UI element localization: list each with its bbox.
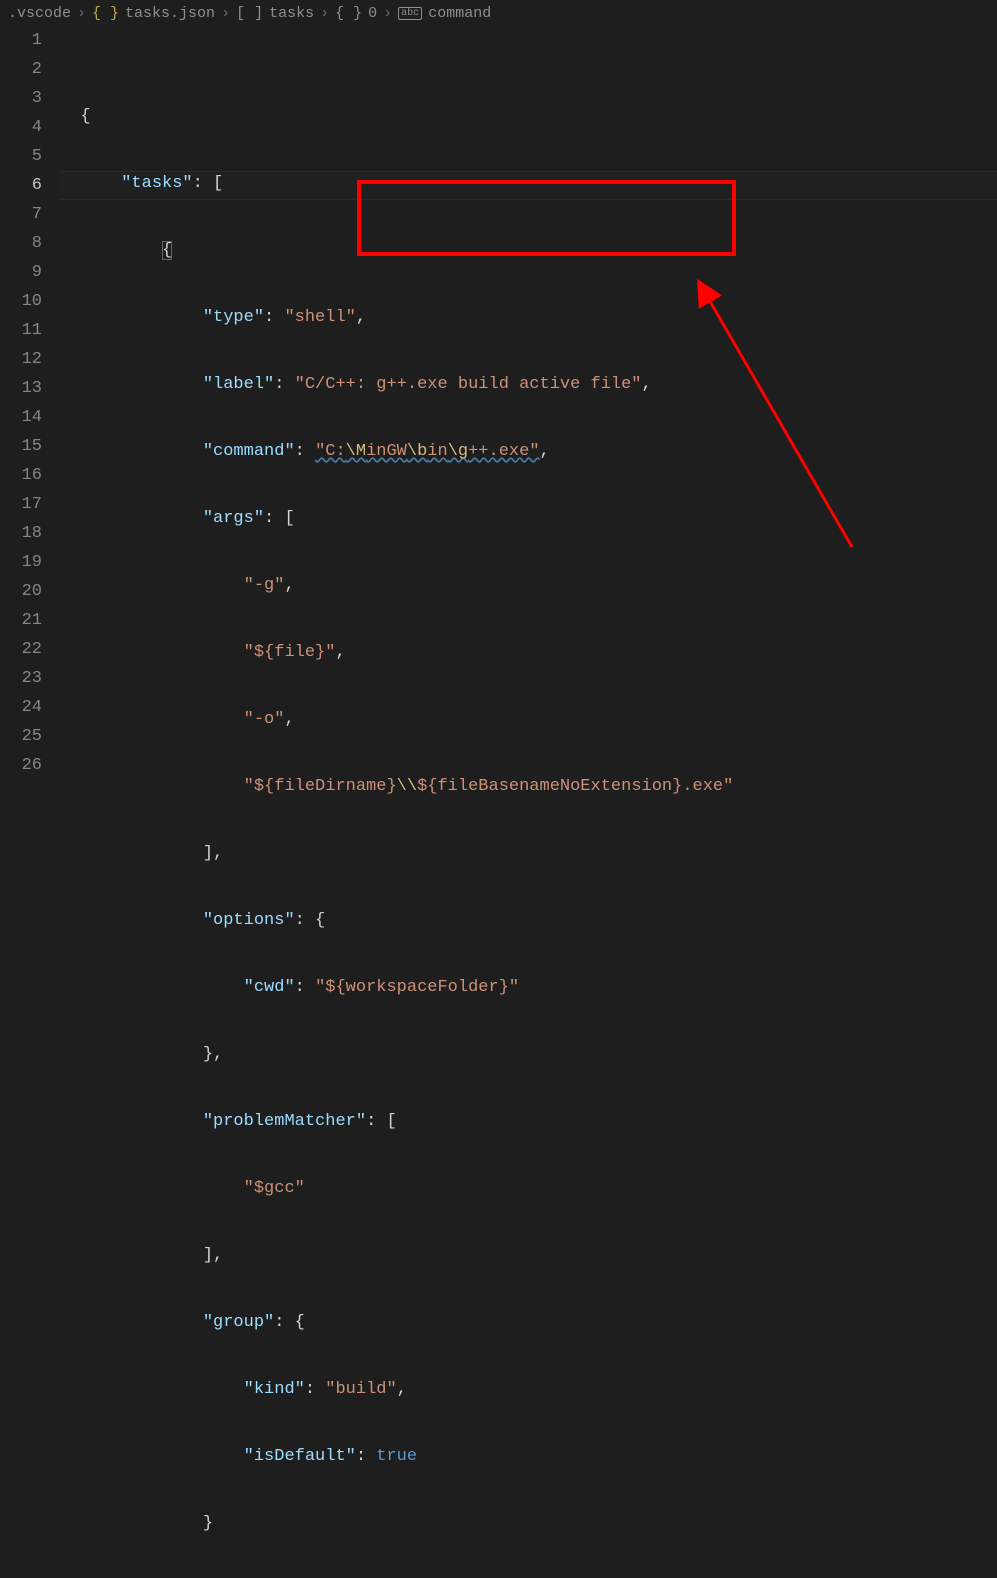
line-number: 13 — [0, 374, 42, 403]
code-line[interactable]: "problemMatcher": [ — [60, 1107, 997, 1136]
code-line[interactable]: "cwd": "${workspaceFolder}" — [60, 973, 997, 1002]
object-icon: { } — [335, 5, 362, 22]
line-number: 4 — [0, 113, 42, 142]
line-number: 12 — [0, 345, 42, 374]
line-number: 14 — [0, 403, 42, 432]
code-line[interactable]: "isDefault": true — [60, 1442, 997, 1471]
line-number: 1 — [0, 26, 42, 55]
editor[interactable]: 1234567891011121314151617181920212223242… — [0, 26, 997, 1578]
code-line[interactable]: }, — [60, 1040, 997, 1069]
line-number: 22 — [0, 635, 42, 664]
code-line[interactable]: "kind": "build", — [60, 1375, 997, 1404]
json-file-icon: { } — [92, 5, 119, 22]
code-line[interactable]: "options": { — [60, 906, 997, 935]
line-number: 18 — [0, 519, 42, 548]
code-line[interactable]: { — [60, 102, 997, 131]
line-number: 26 — [0, 751, 42, 780]
array-icon: [ ] — [236, 5, 263, 22]
breadcrumb-seg-index[interactable]: 0 — [368, 5, 377, 22]
line-number: 11 — [0, 316, 42, 345]
code-line[interactable]: } — [60, 1509, 997, 1538]
line-number: 23 — [0, 664, 42, 693]
annotation-overlay — [120, 52, 997, 815]
breadcrumb-sep-icon: › — [383, 5, 392, 22]
line-number: 2 — [0, 55, 42, 84]
code-line[interactable]: "command": "C:\MinGW\bin\g++.exe", — [60, 437, 997, 466]
code-line[interactable]: "args": [ — [60, 504, 997, 533]
code-line[interactable]: "type": "shell", — [60, 303, 997, 332]
code-area[interactable]: { "tasks": [ { "type": "shell", "label":… — [60, 26, 997, 1578]
code-line[interactable]: "group": { — [60, 1308, 997, 1337]
line-number: 8 — [0, 229, 42, 258]
code-line[interactable]: "$gcc" — [60, 1174, 997, 1203]
line-number: 21 — [0, 606, 42, 635]
line-number: 19 — [0, 548, 42, 577]
line-number: 6 — [0, 171, 42, 200]
code-line[interactable]: "-g", — [60, 571, 997, 600]
line-number: 16 — [0, 461, 42, 490]
breadcrumb-seg-command[interactable]: command — [428, 5, 491, 22]
code-line[interactable]: "tasks": [ — [60, 169, 997, 198]
breadcrumb[interactable]: .vscode › { } tasks.json › [ ] tasks › {… — [0, 0, 997, 26]
breadcrumb-sep-icon: › — [77, 5, 86, 22]
code-line[interactable]: "label": "C/C++: g++.exe build active fi… — [60, 370, 997, 399]
breadcrumb-seg-file[interactable]: tasks.json — [125, 5, 215, 22]
breadcrumb-seg-tasks[interactable]: tasks — [269, 5, 314, 22]
line-number: 25 — [0, 722, 42, 751]
breadcrumb-sep-icon: › — [320, 5, 329, 22]
code-line[interactable]: { — [60, 236, 997, 265]
line-number: 7 — [0, 200, 42, 229]
string-icon: abc — [398, 7, 422, 20]
line-number: 24 — [0, 693, 42, 722]
code-line[interactable]: ], — [60, 1241, 997, 1270]
line-number-gutter: 1234567891011121314151617181920212223242… — [0, 26, 60, 1578]
line-number: 15 — [0, 432, 42, 461]
breadcrumb-sep-icon: › — [221, 5, 230, 22]
line-number: 5 — [0, 142, 42, 171]
line-number: 20 — [0, 577, 42, 606]
line-number: 10 — [0, 287, 42, 316]
code-line[interactable]: "-o", — [60, 705, 997, 734]
line-number: 17 — [0, 490, 42, 519]
code-line[interactable]: "${file}", — [60, 638, 997, 667]
breadcrumb-seg-folder[interactable]: .vscode — [8, 5, 71, 22]
line-number: 9 — [0, 258, 42, 287]
code-line[interactable]: } — [60, 1576, 997, 1578]
code-line[interactable]: ], — [60, 839, 997, 868]
code-line[interactable]: "${fileDirname}\\${fileBasenameNoExtensi… — [60, 772, 997, 801]
line-number: 3 — [0, 84, 42, 113]
